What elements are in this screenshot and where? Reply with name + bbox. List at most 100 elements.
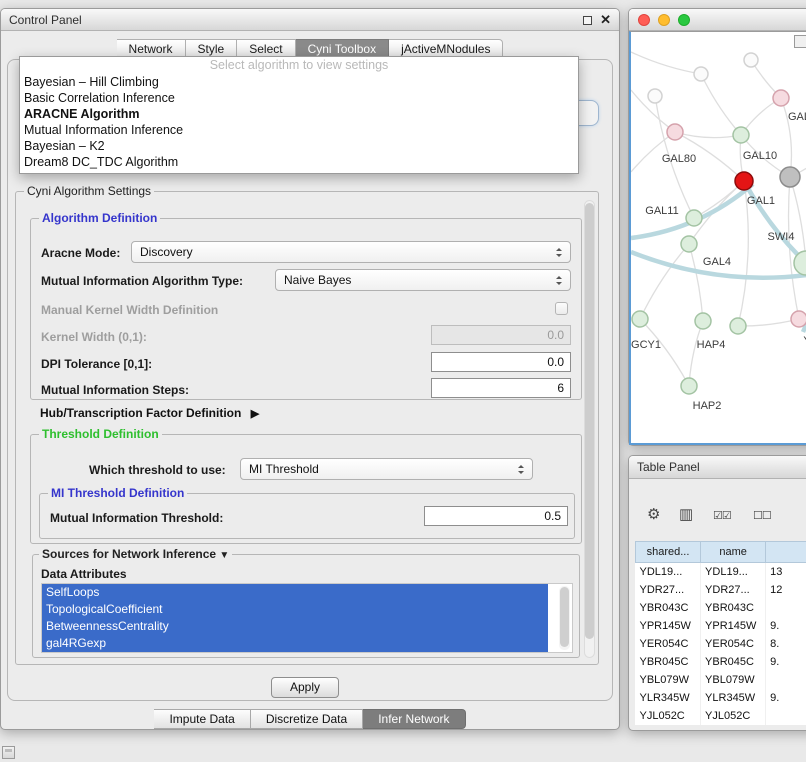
table-row[interactable]: YBR043C YBR043C — [636, 599, 806, 617]
attribute-list-item[interactable]: gal4RGexp — [42, 635, 548, 652]
minimize-traffic-light[interactable] — [658, 14, 670, 26]
network-edge[interactable] — [781, 98, 791, 177]
columns-icon[interactable]: ▥ — [679, 504, 693, 526]
bottom-tab[interactable]: Impute Data — [154, 709, 250, 729]
attribute-list-scrollbar[interactable] — [559, 586, 570, 650]
table-cell[interactable]: YBL079W — [636, 671, 701, 689]
collapsed-arrow-icon[interactable]: ▶ — [251, 407, 259, 420]
table-cell[interactable]: YDL19... — [701, 563, 766, 581]
table-cell[interactable]: YPR145W — [636, 617, 701, 635]
table-row[interactable]: YER054C YER054C 8. — [636, 635, 806, 653]
network-edge[interactable] — [689, 244, 703, 321]
table-row[interactable]: YBR045C YBR045C 9. — [636, 653, 806, 671]
aracne-mode-combo[interactable]: Discovery — [131, 241, 571, 263]
minimized-window-icon[interactable] — [2, 746, 15, 759]
table-cell[interactable]: YDR27... — [701, 581, 766, 599]
network-edge[interactable] — [631, 52, 701, 74]
table-cell[interactable]: YER054C — [636, 635, 701, 653]
network-node[interactable] — [791, 311, 806, 327]
network-node[interactable] — [648, 89, 662, 103]
table-row[interactable]: YJL052C YJL052C — [636, 707, 806, 725]
network-edge[interactable] — [640, 244, 689, 319]
table-cell[interactable]: YJL052C — [636, 707, 701, 725]
network-node[interactable] — [681, 236, 697, 252]
select-all-icon[interactable]: ☑☑ — [713, 504, 731, 528]
network-overview-button[interactable] — [794, 35, 806, 48]
table-row[interactable]: YDL19... YDL19... 13 — [636, 563, 806, 581]
table-cell[interactable]: YBR045C — [636, 653, 701, 671]
network-node[interactable] — [730, 318, 746, 334]
hub-definition-section[interactable]: Hub/Transcription Factor Definition ▶ — [40, 406, 259, 420]
network-edge[interactable] — [738, 319, 799, 326]
attribute-list-item[interactable]: SelfLoops — [42, 584, 548, 601]
network-node[interactable] — [780, 167, 800, 187]
bottom-tab[interactable]: Infer Network — [363, 709, 465, 729]
control-panel-titlebar[interactable]: Control Panel ✕ — [1, 9, 619, 31]
settings-scrollbar-thumb[interactable] — [585, 203, 594, 639]
network-node[interactable] — [733, 127, 749, 143]
dropdown-item[interactable]: Bayesian – Hill Climbing — [20, 74, 578, 90]
attribute-list-item[interactable]: BetweennessCentrality — [42, 618, 548, 635]
table-cell[interactable] — [766, 599, 806, 617]
network-node[interactable] — [694, 67, 708, 81]
table-panel-titlebar[interactable]: Table Panel — [629, 456, 806, 479]
table-cell[interactable]: 9. — [766, 653, 806, 671]
network-edge[interactable] — [701, 74, 741, 135]
dpi-tolerance-field[interactable]: 0.0 — [431, 352, 571, 372]
gear-icon[interactable]: ⚙ — [647, 504, 660, 526]
deselect-all-icon[interactable]: ☐☐ — [753, 504, 771, 528]
dropdown-item[interactable]: Dream8 DC_TDC Algorithm — [20, 154, 578, 170]
network-edge[interactable] — [689, 321, 703, 386]
table-row[interactable]: YBL079W YBL079W — [636, 671, 806, 689]
table-column-header[interactable] — [766, 542, 806, 563]
network-node[interactable] — [686, 210, 702, 226]
close-traffic-light[interactable] — [638, 14, 650, 26]
table-row[interactable]: YLR345W YLR345W 9. — [636, 689, 806, 707]
table-cell[interactable] — [766, 707, 806, 725]
dropdown-item[interactable]: ARACNE Algorithm — [20, 106, 578, 122]
table-cell[interactable]: 9. — [766, 689, 806, 707]
dropdown-item[interactable]: Basic Correlation Inference — [20, 90, 578, 106]
which-threshold-combo[interactable]: MI Threshold — [240, 458, 533, 480]
settings-scrollbar[interactable] — [584, 200, 595, 658]
network-window-titlebar[interactable] — [629, 9, 806, 31]
table-cell[interactable]: YBR045C — [701, 653, 766, 671]
table-row[interactable]: YPR145W YPR145W 9. — [636, 617, 806, 635]
expanded-arrow-icon[interactable]: ▼ — [219, 550, 229, 561]
table-cell[interactable]: YJL052C — [701, 707, 766, 725]
bottom-tab[interactable]: Discretize Data — [251, 709, 363, 729]
network-canvas-svg[interactable]: GAL80GALGAL10GAL1GAL11SWI4GAL4GCY1HAP4YH… — [631, 32, 806, 444]
mi-steps-field[interactable]: 6 — [431, 378, 571, 398]
table-cell[interactable] — [766, 671, 806, 689]
table-cell[interactable]: YER054C — [701, 635, 766, 653]
table-cell[interactable]: YLR345W — [636, 689, 701, 707]
table-cell[interactable]: YBR043C — [701, 599, 766, 617]
mi-type-combo[interactable]: Naive Bayes — [275, 269, 571, 291]
dropdown-item[interactable]: Mutual Information Inference — [20, 122, 578, 138]
table-column-header[interactable]: name — [701, 542, 766, 563]
zoom-traffic-light[interactable] — [678, 14, 690, 26]
network-node[interactable] — [632, 311, 648, 327]
network-node[interactable] — [695, 313, 711, 329]
table-cell[interactable]: YPR145W — [701, 617, 766, 635]
network-edge[interactable] — [640, 319, 689, 386]
table-cell[interactable]: YDR27... — [636, 581, 701, 599]
table-row[interactable]: YDR27... YDR27... 12 — [636, 581, 806, 599]
table-cell[interactable]: 13 — [766, 563, 806, 581]
network-node[interactable] — [681, 378, 697, 394]
network-node[interactable] — [773, 90, 789, 106]
close-icon[interactable]: ✕ — [600, 14, 611, 26]
table-cell[interactable]: 9. — [766, 617, 806, 635]
table-cell[interactable]: YBL079W — [701, 671, 766, 689]
network-edge[interactable] — [744, 181, 806, 263]
attribute-list-item[interactable]: TopologicalCoefficient — [42, 601, 548, 618]
table-cell[interactable]: YBR043C — [636, 599, 701, 617]
table-column-header[interactable]: shared... — [636, 542, 701, 563]
float-window-icon[interactable] — [583, 16, 592, 25]
mi-threshold-field[interactable]: 0.5 — [424, 506, 568, 526]
table-cell[interactable]: YDL19... — [636, 563, 701, 581]
network-edge[interactable] — [631, 132, 675, 172]
table-cell[interactable]: 8. — [766, 635, 806, 653]
attribute-list-scrollbar-thumb[interactable] — [560, 587, 569, 647]
table-cell[interactable]: 12 — [766, 581, 806, 599]
